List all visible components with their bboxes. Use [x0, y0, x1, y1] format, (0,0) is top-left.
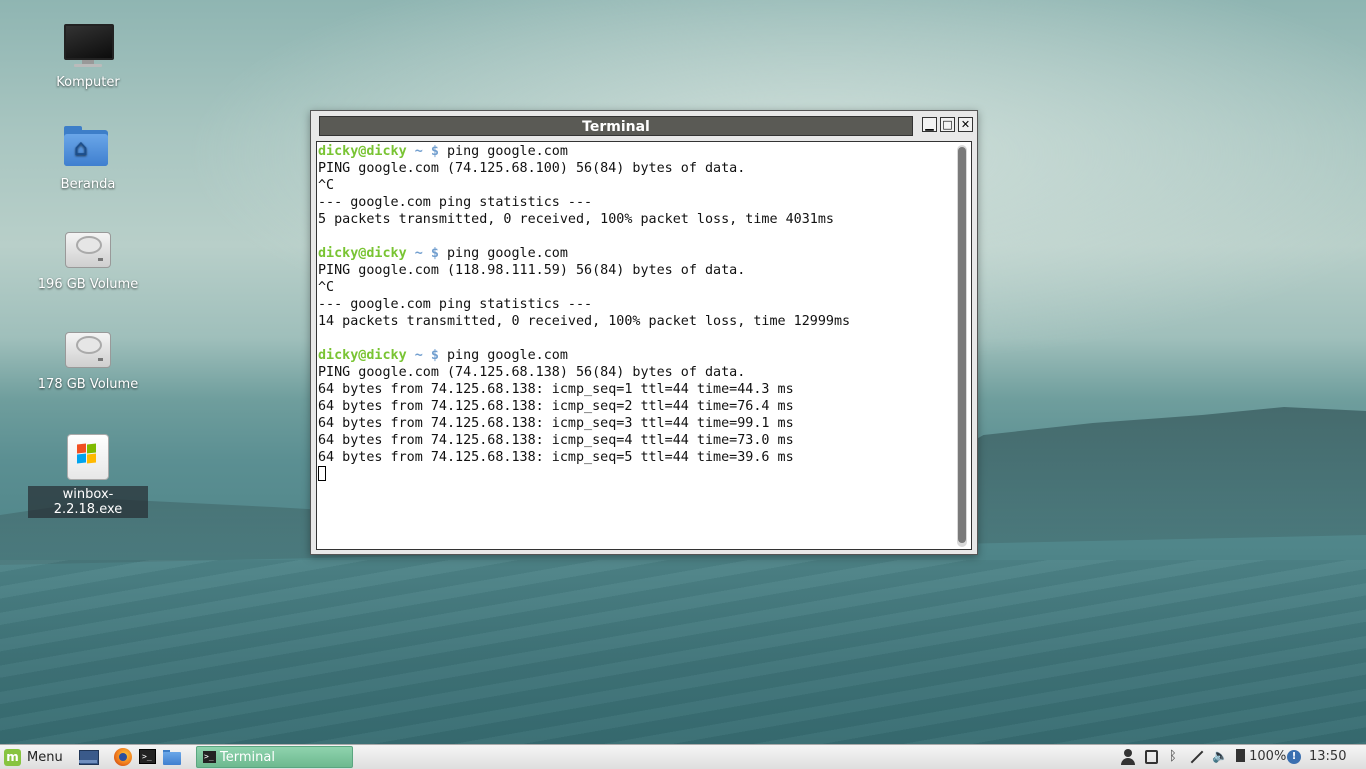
battery-icon: [1236, 749, 1245, 762]
linux-mint-logo-icon: m: [4, 748, 21, 766]
show-desktop-icon[interactable]: [78, 748, 99, 766]
clock[interactable]: 13:50: [1309, 748, 1346, 766]
command-output: PING google.com (74.125.68.100) 56(84) b…: [318, 161, 834, 227]
info-icon[interactable]: !: [1287, 748, 1301, 766]
home-folder-icon: ⌂: [60, 124, 116, 172]
taskbar-item-terminal[interactable]: >_ Terminal: [196, 746, 353, 768]
windows-executable-icon: [60, 434, 116, 482]
hard-drive-icon: [60, 224, 116, 272]
firefox-icon[interactable]: [113, 748, 133, 766]
battery-percent: 100%: [1249, 749, 1287, 764]
desktop-icon-label: Komputer: [56, 75, 120, 90]
scrollbar-thumb[interactable]: [958, 147, 966, 543]
close-button[interactable]: ✕: [958, 117, 973, 132]
prompt-user: dicky@dicky: [318, 348, 407, 363]
prompt-user: dicky@dicky: [318, 246, 407, 261]
command-output: PING google.com (118.98.111.59) 56(84) b…: [318, 263, 851, 329]
desktop-icon-winbox[interactable]: winbox-2.2.18.exe: [28, 434, 148, 518]
desktop-icon-beranda[interactable]: ⌂ Beranda: [28, 124, 148, 193]
wallpaper-water: [0, 560, 1366, 745]
desktop-icon-komputer[interactable]: Komputer: [28, 22, 148, 91]
desktop-icon-label: Beranda: [60, 177, 116, 192]
desktop-icon-label: 178 GB Volume: [37, 377, 139, 392]
files-icon[interactable]: [162, 748, 182, 766]
volume-icon[interactable]: 🔈: [1212, 748, 1228, 766]
terminal-icon[interactable]: >_: [138, 748, 158, 766]
terminal-window[interactable]: Terminal ▁ □ ✕ dicky@dicky ~ $ ping goog…: [310, 110, 978, 555]
text-cursor: [318, 466, 326, 481]
desktop-icon-178gb-volume[interactable]: 178 GB Volume: [28, 324, 148, 393]
desktop-icon-196gb-volume[interactable]: 196 GB Volume: [28, 224, 148, 293]
maximize-button[interactable]: □: [940, 117, 955, 132]
prompt-tilde: ~ $: [414, 246, 439, 261]
command-text: ping google.com: [438, 144, 568, 159]
close-icon: ✕: [960, 118, 971, 131]
menu-button[interactable]: m Menu: [4, 747, 63, 767]
battery-indicator[interactable]: 100%: [1236, 748, 1286, 766]
terminal-icon: >_: [203, 751, 216, 763]
prompt-tilde: ~ $: [414, 348, 439, 363]
clock-time: 13:50: [1309, 749, 1347, 764]
prompt-user: dicky@dicky: [318, 144, 407, 159]
minimize-icon: ▁: [925, 118, 934, 131]
desktop-icon-label: 196 GB Volume: [37, 277, 139, 292]
terminal-scrollbar[interactable]: [957, 145, 967, 547]
taskbar-item-label: Terminal: [220, 749, 275, 765]
bluetooth-icon[interactable]: ᛒ: [1169, 748, 1177, 766]
maximize-icon: □: [942, 118, 953, 131]
window-title: Terminal: [582, 119, 650, 135]
command-text: ping google.com: [438, 246, 568, 261]
command-text: ping google.com: [438, 348, 568, 363]
command-output: PING google.com (74.125.68.138) 56(84) b…: [318, 365, 794, 465]
prompt-tilde: ~ $: [414, 144, 439, 159]
minimize-button[interactable]: ▁: [922, 117, 937, 132]
menu-label: Menu: [27, 749, 63, 765]
computer-icon: [60, 22, 116, 70]
taskbar: m Menu >_ >_ Terminal ᛒ 🔈 100% ! 13:50: [0, 744, 1366, 769]
window-title-bar[interactable]: Terminal: [319, 116, 913, 136]
hard-drive-icon: [60, 324, 116, 372]
update-manager-icon[interactable]: [1145, 748, 1159, 766]
terminal-output[interactable]: dicky@dicky ~ $ ping google.com PING goo…: [316, 141, 972, 550]
desktop-icon-label: winbox-2.2.18.exe: [28, 486, 148, 518]
